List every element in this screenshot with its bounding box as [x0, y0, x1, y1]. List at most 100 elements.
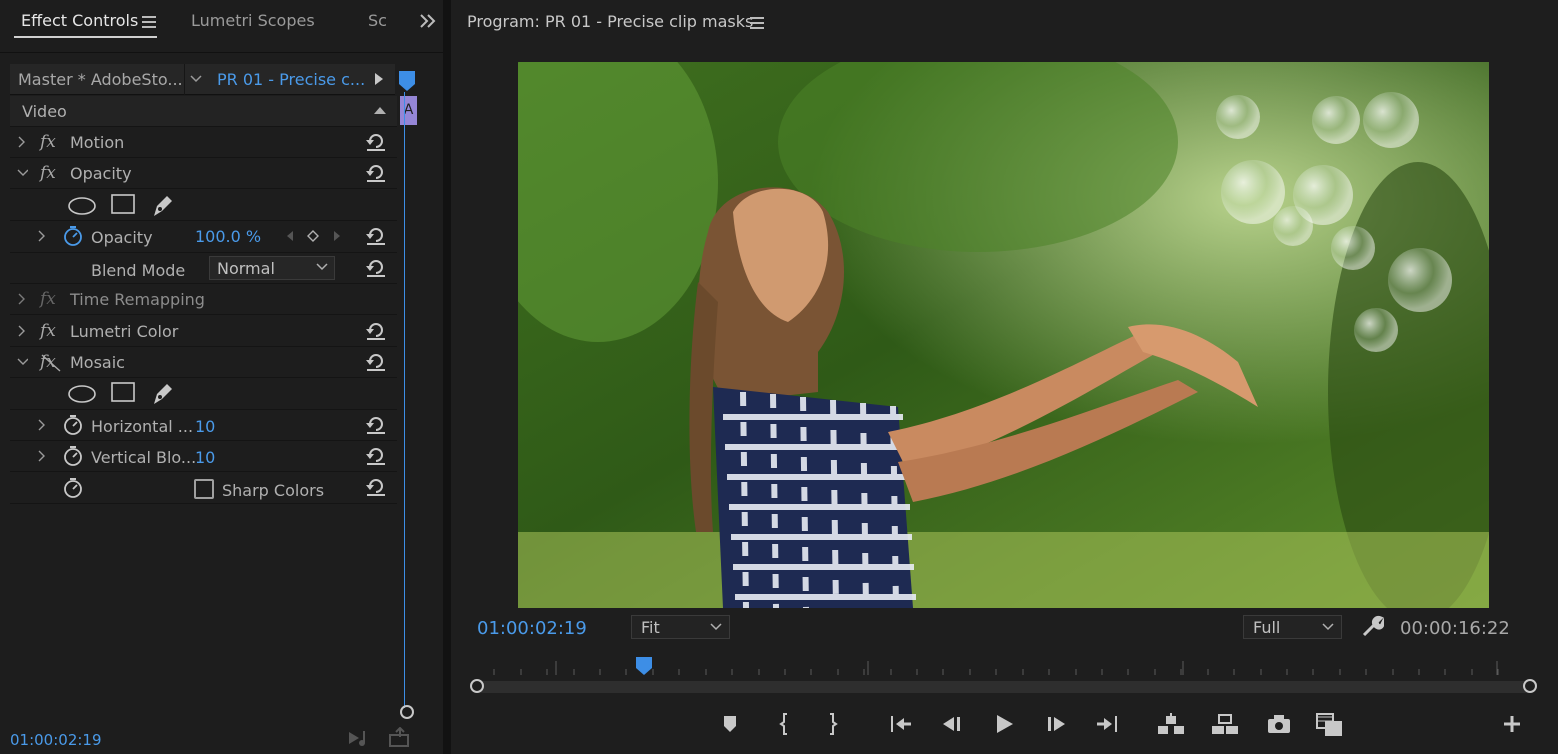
collapse-up-icon[interactable]	[374, 106, 386, 114]
chevron-down-icon	[710, 623, 722, 631]
opacity-parameter-row: Opacity 100.0 %	[10, 221, 397, 253]
effect-row-opacity: fx Opacity	[10, 158, 397, 189]
reset-parameter-icon[interactable]	[365, 163, 387, 183]
chevron-down-icon[interactable]	[16, 355, 28, 369]
panel-header-divider	[0, 52, 443, 53]
chevron-right-icon[interactable]	[36, 449, 48, 463]
sharp-colors-checkbox[interactable]	[194, 479, 214, 499]
master-clip-name[interactable]: Master * AdobeSto...	[18, 70, 183, 89]
opacity-value[interactable]: 100.0 %	[195, 227, 261, 246]
mark-in-icon[interactable]	[771, 712, 799, 736]
fx-bypass-slash-icon	[41, 354, 61, 372]
chevron-down-icon[interactable]	[190, 75, 202, 83]
effect-controls-timecode[interactable]: 01:00:02:19	[10, 731, 102, 749]
sequence-clip-name[interactable]: PR 01 - Precise c...	[217, 70, 365, 89]
effect-row-motion: fx Motion	[10, 127, 397, 158]
pen-mask-icon[interactable]	[150, 380, 176, 406]
export-frame-icon[interactable]	[1265, 712, 1293, 736]
effect-row-lumetri-color: fx Lumetri Color	[10, 316, 397, 347]
add-marker-icon[interactable]	[716, 712, 744, 736]
vertical-blocks-value[interactable]: 10	[195, 448, 215, 467]
extract-icon[interactable]	[1210, 712, 1238, 736]
effect-row-time-remapping: fx Time Remapping	[10, 284, 397, 315]
chevron-right-icon[interactable]	[16, 135, 28, 149]
play-triangle-icon[interactable]	[374, 72, 384, 86]
reset-parameter-icon[interactable]	[365, 446, 387, 466]
program-current-timecode[interactable]: 01:00:02:19	[477, 618, 587, 639]
ellipse-mask-icon[interactable]	[67, 196, 97, 216]
next-keyframe-icon[interactable]	[333, 230, 341, 242]
tab-effect-controls[interactable]: Effect Controls	[21, 11, 138, 30]
zoom-handle-icon[interactable]	[399, 704, 415, 720]
video-label: Video	[22, 102, 67, 121]
program-video-frame[interactable]	[518, 62, 1489, 608]
fx-icon[interactable]: fx	[40, 321, 56, 341]
hamburger-menu-icon[interactable]	[142, 16, 156, 28]
reset-parameter-icon[interactable]	[365, 226, 387, 246]
stopwatch-icon[interactable]	[63, 414, 83, 436]
chevron-right-icon[interactable]	[36, 418, 48, 432]
tab-lumetri-scopes[interactable]: Lumetri Scopes	[191, 11, 315, 30]
effect-controls-panel: Effect Controls Lumetri Scopes Sc Master…	[0, 0, 443, 754]
step-back-icon[interactable]	[938, 712, 966, 736]
lift-icon[interactable]	[1156, 712, 1184, 736]
button-editor-icon[interactable]	[1499, 712, 1527, 736]
fx-icon[interactable]: fx	[40, 163, 56, 183]
reset-parameter-icon[interactable]	[365, 415, 387, 435]
hamburger-menu-icon[interactable]	[750, 17, 764, 29]
blend-mode-value: Normal	[217, 259, 275, 278]
reset-parameter-icon[interactable]	[365, 132, 387, 152]
reset-parameter-icon[interactable]	[365, 321, 387, 341]
zoom-scroll-bar[interactable]	[477, 681, 1531, 693]
reset-parameter-icon[interactable]	[365, 477, 387, 497]
go-to-out-icon[interactable]	[1094, 712, 1122, 736]
chevron-down-icon	[316, 263, 328, 271]
rectangle-mask-icon[interactable]	[111, 382, 135, 402]
compare-view-icon[interactable]	[1315, 712, 1343, 736]
pen-mask-icon[interactable]	[150, 192, 176, 218]
stopwatch-icon[interactable]	[63, 445, 83, 467]
chevron-down-icon[interactable]	[16, 166, 28, 180]
mark-out-icon[interactable]	[818, 712, 846, 736]
export-clip-icon[interactable]	[388, 727, 412, 747]
double-chevron-right-icon[interactable]	[419, 14, 437, 28]
effect-name-motion: Motion	[70, 133, 125, 152]
stopwatch-icon[interactable]	[63, 225, 83, 247]
scroll-handle-right-icon[interactable]	[1522, 678, 1538, 694]
scroll-handle-left-icon[interactable]	[469, 678, 485, 694]
program-playhead-icon[interactable]	[635, 656, 653, 676]
opacity-mask-tools	[10, 189, 397, 221]
horizontal-blocks-value[interactable]: 10	[195, 417, 215, 436]
step-forward-icon[interactable]	[1042, 712, 1070, 736]
reset-parameter-icon[interactable]	[365, 258, 387, 278]
filter-audio-icon[interactable]	[347, 728, 373, 748]
mosaic-mask-tools	[10, 378, 397, 410]
blend-mode-label: Blend Mode	[91, 261, 186, 280]
panel-divider[interactable]	[443, 0, 451, 754]
previous-keyframe-icon[interactable]	[286, 230, 294, 242]
effect-name-mosaic: Mosaic	[70, 353, 125, 372]
zoom-fit-dropdown[interactable]: Fit	[631, 615, 730, 639]
wrench-settings-icon[interactable]	[1360, 615, 1384, 639]
chevron-right-icon[interactable]	[16, 324, 28, 338]
blend-mode-row: Blend Mode Normal	[10, 253, 397, 284]
tab-overflow-partial[interactable]: Sc	[368, 11, 387, 30]
reset-parameter-icon[interactable]	[365, 352, 387, 372]
playback-resolution-dropdown[interactable]: Full	[1243, 615, 1342, 639]
mosaic-horizontal-row: Horizontal ... 10	[10, 410, 397, 441]
rectangle-mask-icon[interactable]	[111, 194, 135, 214]
stopwatch-icon[interactable]	[63, 477, 83, 499]
sharp-colors-label: Sharp Colors	[222, 481, 325, 500]
add-keyframe-icon[interactable]	[307, 230, 319, 242]
fx-icon[interactable]: fx	[40, 132, 56, 152]
play-icon[interactable]	[990, 712, 1018, 736]
blend-mode-dropdown[interactable]: Normal	[209, 256, 335, 280]
timeline-clip-a[interactable]: A	[400, 96, 417, 125]
go-to-in-icon[interactable]	[886, 712, 914, 736]
mosaic-vertical-row: Vertical Blo... 10	[10, 441, 397, 472]
ellipse-mask-icon[interactable]	[67, 384, 97, 404]
chevron-right-icon[interactable]	[36, 229, 48, 243]
chevron-right-icon[interactable]	[16, 292, 28, 306]
playhead-marker-icon[interactable]	[398, 70, 416, 92]
program-monitor-title[interactable]: Program: PR 01 - Precise clip masks	[467, 12, 753, 31]
